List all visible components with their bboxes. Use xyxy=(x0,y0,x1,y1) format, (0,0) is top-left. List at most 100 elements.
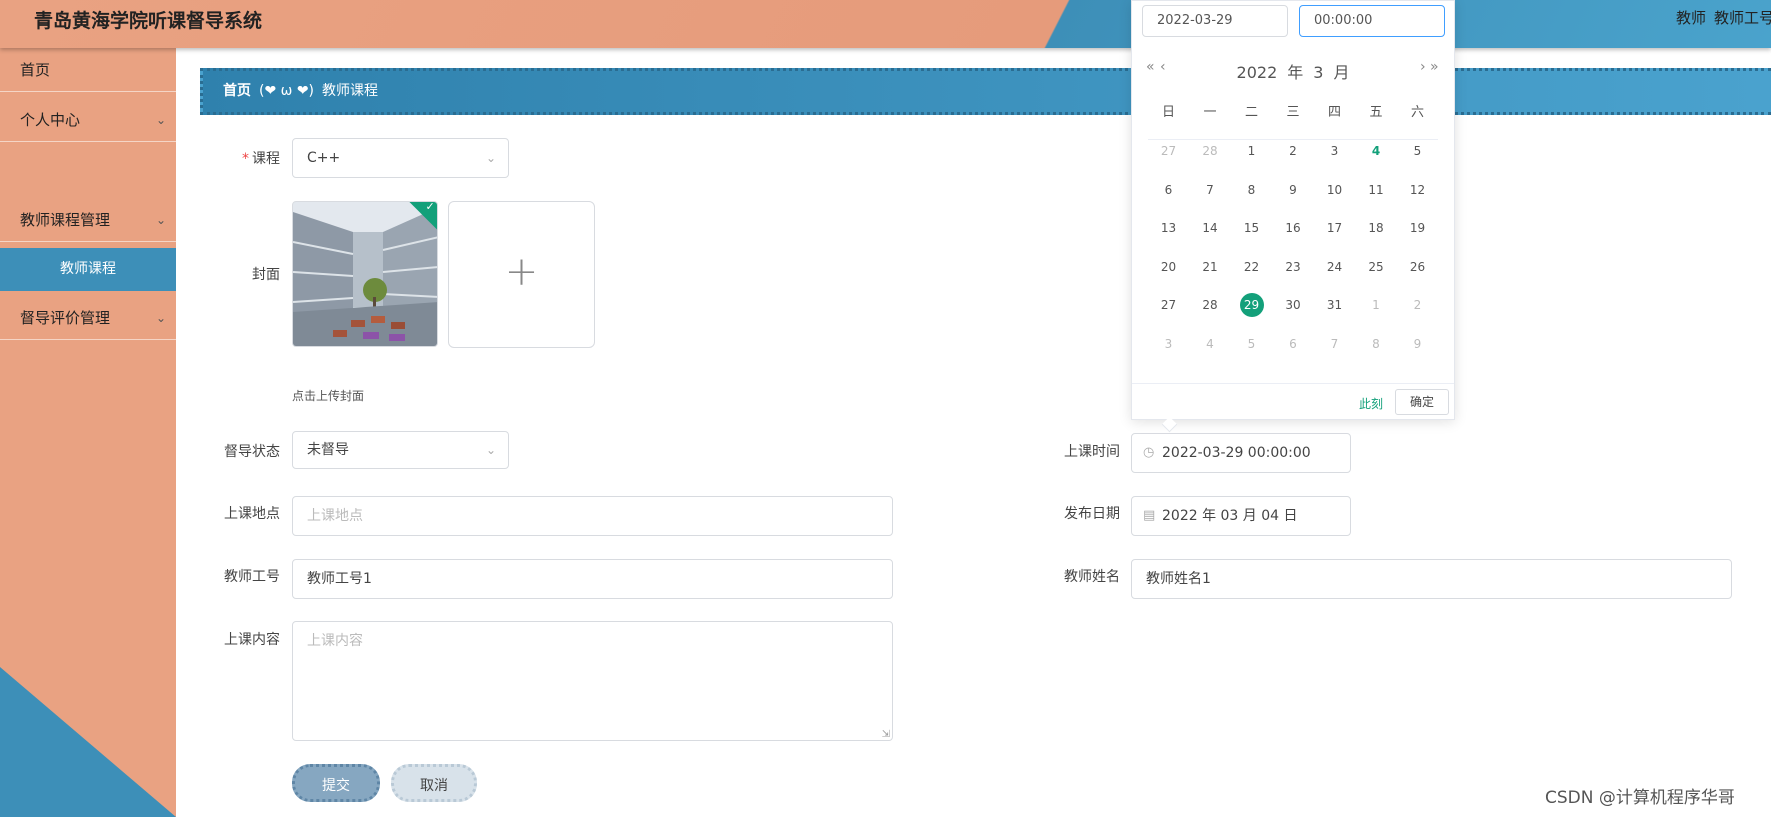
calendar-day[interactable]: 22 xyxy=(1231,255,1272,279)
cancel-button[interactable]: 取消 xyxy=(391,764,477,802)
publish-date-value: 2022 年 03 月 04 日 xyxy=(1162,508,1298,524)
sidebar-item-personal-center[interactable]: 个人中心 ⌄ xyxy=(0,98,176,142)
calendar-day[interactable]: 26 xyxy=(1397,255,1438,279)
calendar-day[interactable]: 18 xyxy=(1356,216,1397,240)
calendar-day[interactable]: 28 xyxy=(1190,293,1231,317)
calendar-day[interactable]: 2 xyxy=(1273,139,1314,163)
calendar-day[interactable]: 9 xyxy=(1273,178,1314,202)
user-name[interactable]: 教师工号1 xyxy=(1714,9,1771,27)
calendar-day[interactable]: 20 xyxy=(1148,255,1189,279)
calendar-day[interactable]: 8 xyxy=(1356,332,1397,356)
sidebar-item-teacher-course[interactable]: 教师课程 xyxy=(0,248,176,291)
content-textarea[interactable]: 上课内容 ⇲ xyxy=(292,621,893,741)
sidebar-item-label: 督导评价管理 xyxy=(20,309,111,327)
calendar-day[interactable]: 27 xyxy=(1148,293,1189,317)
top-header: 青岛黄海学院听课督导系统 教师教师工号1 xyxy=(0,0,1771,48)
picker-month[interactable]: 3 xyxy=(1313,63,1323,82)
teacher-id-input[interactable]: 教师工号1 xyxy=(292,559,893,599)
calendar-day[interactable]: 10 xyxy=(1314,178,1355,202)
next-month-icon[interactable]: › xyxy=(1420,59,1426,75)
calendar-day[interactable]: 7 xyxy=(1190,178,1231,202)
breadcrumb-home[interactable]: 首页 xyxy=(223,83,251,99)
calendar-day[interactable]: 13 xyxy=(1148,216,1189,240)
calendar-day[interactable]: 16 xyxy=(1273,216,1314,240)
breadcrumb: 首页 (❤ ω ❤) 教师课程 xyxy=(200,68,1771,115)
calendar-day[interactable]: 6 xyxy=(1273,332,1314,356)
calendar-day[interactable]: 17 xyxy=(1314,216,1355,240)
class-time-value: 2022-03-29 00:00:00 xyxy=(1162,445,1311,461)
picker-time-input[interactable]: 00:00:00 xyxy=(1299,5,1445,37)
sidebar-item-supervision-evaluation[interactable]: 督导评价管理 ⌄ xyxy=(0,296,176,340)
picker-date-input[interactable]: 2022-03-29 xyxy=(1142,5,1288,37)
confirm-button[interactable]: 确定 xyxy=(1395,389,1449,415)
calendar-day[interactable]: 15 xyxy=(1231,216,1272,240)
calendar-day[interactable]: 28 xyxy=(1190,139,1231,163)
course-select-value: C++ xyxy=(307,150,341,166)
calendar-day[interactable]: 3 xyxy=(1148,332,1189,356)
submit-button[interactable]: 提交 xyxy=(292,764,380,802)
calendar-day[interactable]: 9 xyxy=(1397,332,1438,356)
picker-title: 2022 年 3 月 xyxy=(1132,59,1454,83)
weekday-divider xyxy=(1148,139,1438,140)
next-year-icon[interactable]: » xyxy=(1430,59,1439,75)
course-label-text: 课程 xyxy=(252,151,280,167)
clock-icon: ◷ xyxy=(1143,445,1155,460)
calendar-day[interactable]: 30 xyxy=(1273,293,1314,317)
resize-handle-icon[interactable]: ⇲ xyxy=(882,729,890,740)
class-time-picker[interactable]: ◷ 2022-03-29 00:00:00 xyxy=(1131,433,1351,473)
datetime-picker-panel: 2022-03-29 00:00:00 « ‹ 2022 年 3 月 › » 日一二三… xyxy=(1131,0,1455,420)
calendar-day[interactable]: 11 xyxy=(1356,178,1397,202)
course-select[interactable]: C++ ⌄ xyxy=(292,138,509,178)
weekday-header: 四 xyxy=(1327,105,1341,120)
calendar-day[interactable]: 5 xyxy=(1397,139,1438,163)
calendar-day[interactable]: 19 xyxy=(1397,216,1438,240)
weekday-header: 日 xyxy=(1161,105,1175,120)
calendar-day[interactable]: 1 xyxy=(1356,293,1397,317)
calendar-day[interactable]: 14 xyxy=(1190,216,1231,240)
sidebar-item-home[interactable]: 首页 xyxy=(0,48,176,92)
cover-image-thumbnail[interactable]: ✓ xyxy=(292,201,438,347)
calendar-day[interactable]: 7 xyxy=(1314,332,1355,356)
calendar-day[interactable]: 27 xyxy=(1148,139,1189,163)
breadcrumb-decoration: (❤ ω ❤) xyxy=(259,83,315,99)
picker-year-unit: 年 xyxy=(1287,63,1304,82)
calendar-day-selected[interactable]: 29 xyxy=(1231,293,1272,317)
sidebar-decoration xyxy=(0,667,176,817)
calendar-day[interactable]: 31 xyxy=(1314,293,1355,317)
picker-year[interactable]: 2022 xyxy=(1237,63,1278,82)
chevron-down-icon: ⌄ xyxy=(485,151,496,165)
calendar-day[interactable]: 5 xyxy=(1231,332,1272,356)
sidebar-item-teacher-course-management[interactable]: 教师课程管理 ⌄ xyxy=(0,198,176,242)
teacher-name-value: 教师姓名1 xyxy=(1146,571,1211,587)
teacher-name-input[interactable]: 教师姓名1 xyxy=(1131,559,1732,599)
class-time-label: 上课时间 xyxy=(1064,444,1120,460)
calendar-day[interactable]: 3 xyxy=(1314,139,1355,163)
sidebar-item-label: 教师课程管理 xyxy=(20,211,111,229)
weekday-header: 二 xyxy=(1244,105,1258,120)
calendar-day[interactable]: 6 xyxy=(1148,178,1189,202)
content-placeholder: 上课内容 xyxy=(307,633,363,649)
now-button[interactable]: 此刻 xyxy=(1359,395,1383,412)
chevron-down-icon: ⌄ xyxy=(155,311,166,325)
location-input[interactable]: 上课地点 xyxy=(292,496,893,536)
publish-date-picker[interactable]: ▤ 2022 年 03 月 04 日 xyxy=(1131,496,1351,536)
sidebar-item-label: 个人中心 xyxy=(20,111,81,129)
calendar-day[interactable]: 4 xyxy=(1190,332,1231,356)
watermark: CSDN @计算机程序华哥 xyxy=(1545,788,1735,808)
location-label: 上课地点 xyxy=(224,506,280,522)
calendar-day[interactable]: 8 xyxy=(1231,178,1272,202)
publish-date-label: 发布日期 xyxy=(1064,506,1120,522)
calendar-day[interactable]: 25 xyxy=(1356,255,1397,279)
calendar-day-today[interactable]: 4 xyxy=(1356,139,1397,163)
upload-add-button[interactable]: + xyxy=(448,201,595,348)
calendar-day[interactable]: 23 xyxy=(1273,255,1314,279)
course-label: * 课程 xyxy=(190,148,280,168)
calendar-day[interactable]: 1 xyxy=(1231,139,1272,163)
calendar-day[interactable]: 12 xyxy=(1397,178,1438,202)
calendar-day[interactable]: 21 xyxy=(1190,255,1231,279)
calendar-day[interactable]: 24 xyxy=(1314,255,1355,279)
calendar-day[interactable]: 2 xyxy=(1397,293,1438,317)
status-select[interactable]: 未督导 ⌄ xyxy=(292,431,509,469)
check-icon: ✓ xyxy=(425,201,435,213)
user-area[interactable]: 教师教师工号1 xyxy=(1676,7,1771,28)
